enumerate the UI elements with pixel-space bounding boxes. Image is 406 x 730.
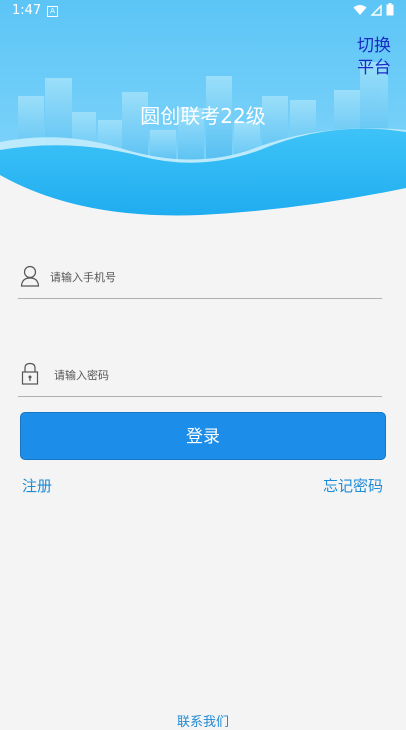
register-link[interactable]: 注册 — [22, 475, 52, 496]
password-input[interactable] — [52, 362, 376, 388]
forgot-password-link[interactable]: 忘记密码 — [323, 475, 383, 496]
phone-input[interactable] — [48, 264, 372, 290]
wifi-icon — [353, 4, 367, 15]
lock-icon — [21, 362, 39, 385]
header-banner: 圆创联考22级 切换 平台 — [0, 0, 406, 230]
status-time: 1:47 — [12, 3, 42, 18]
status-icons — [353, 3, 394, 16]
page-title: 圆创联考22级 — [140, 104, 266, 128]
battery-icon — [386, 3, 394, 16]
status-bar: 1:47 A — [0, 0, 406, 22]
login-button[interactable]: 登录 — [20, 412, 386, 460]
signal-icon — [371, 3, 382, 16]
user-icon — [20, 265, 40, 287]
switch-platform-button[interactable]: 切换 平台 — [356, 35, 392, 79]
notification-icon: A — [47, 6, 58, 17]
phone-field — [18, 258, 382, 299]
password-field — [18, 356, 382, 397]
